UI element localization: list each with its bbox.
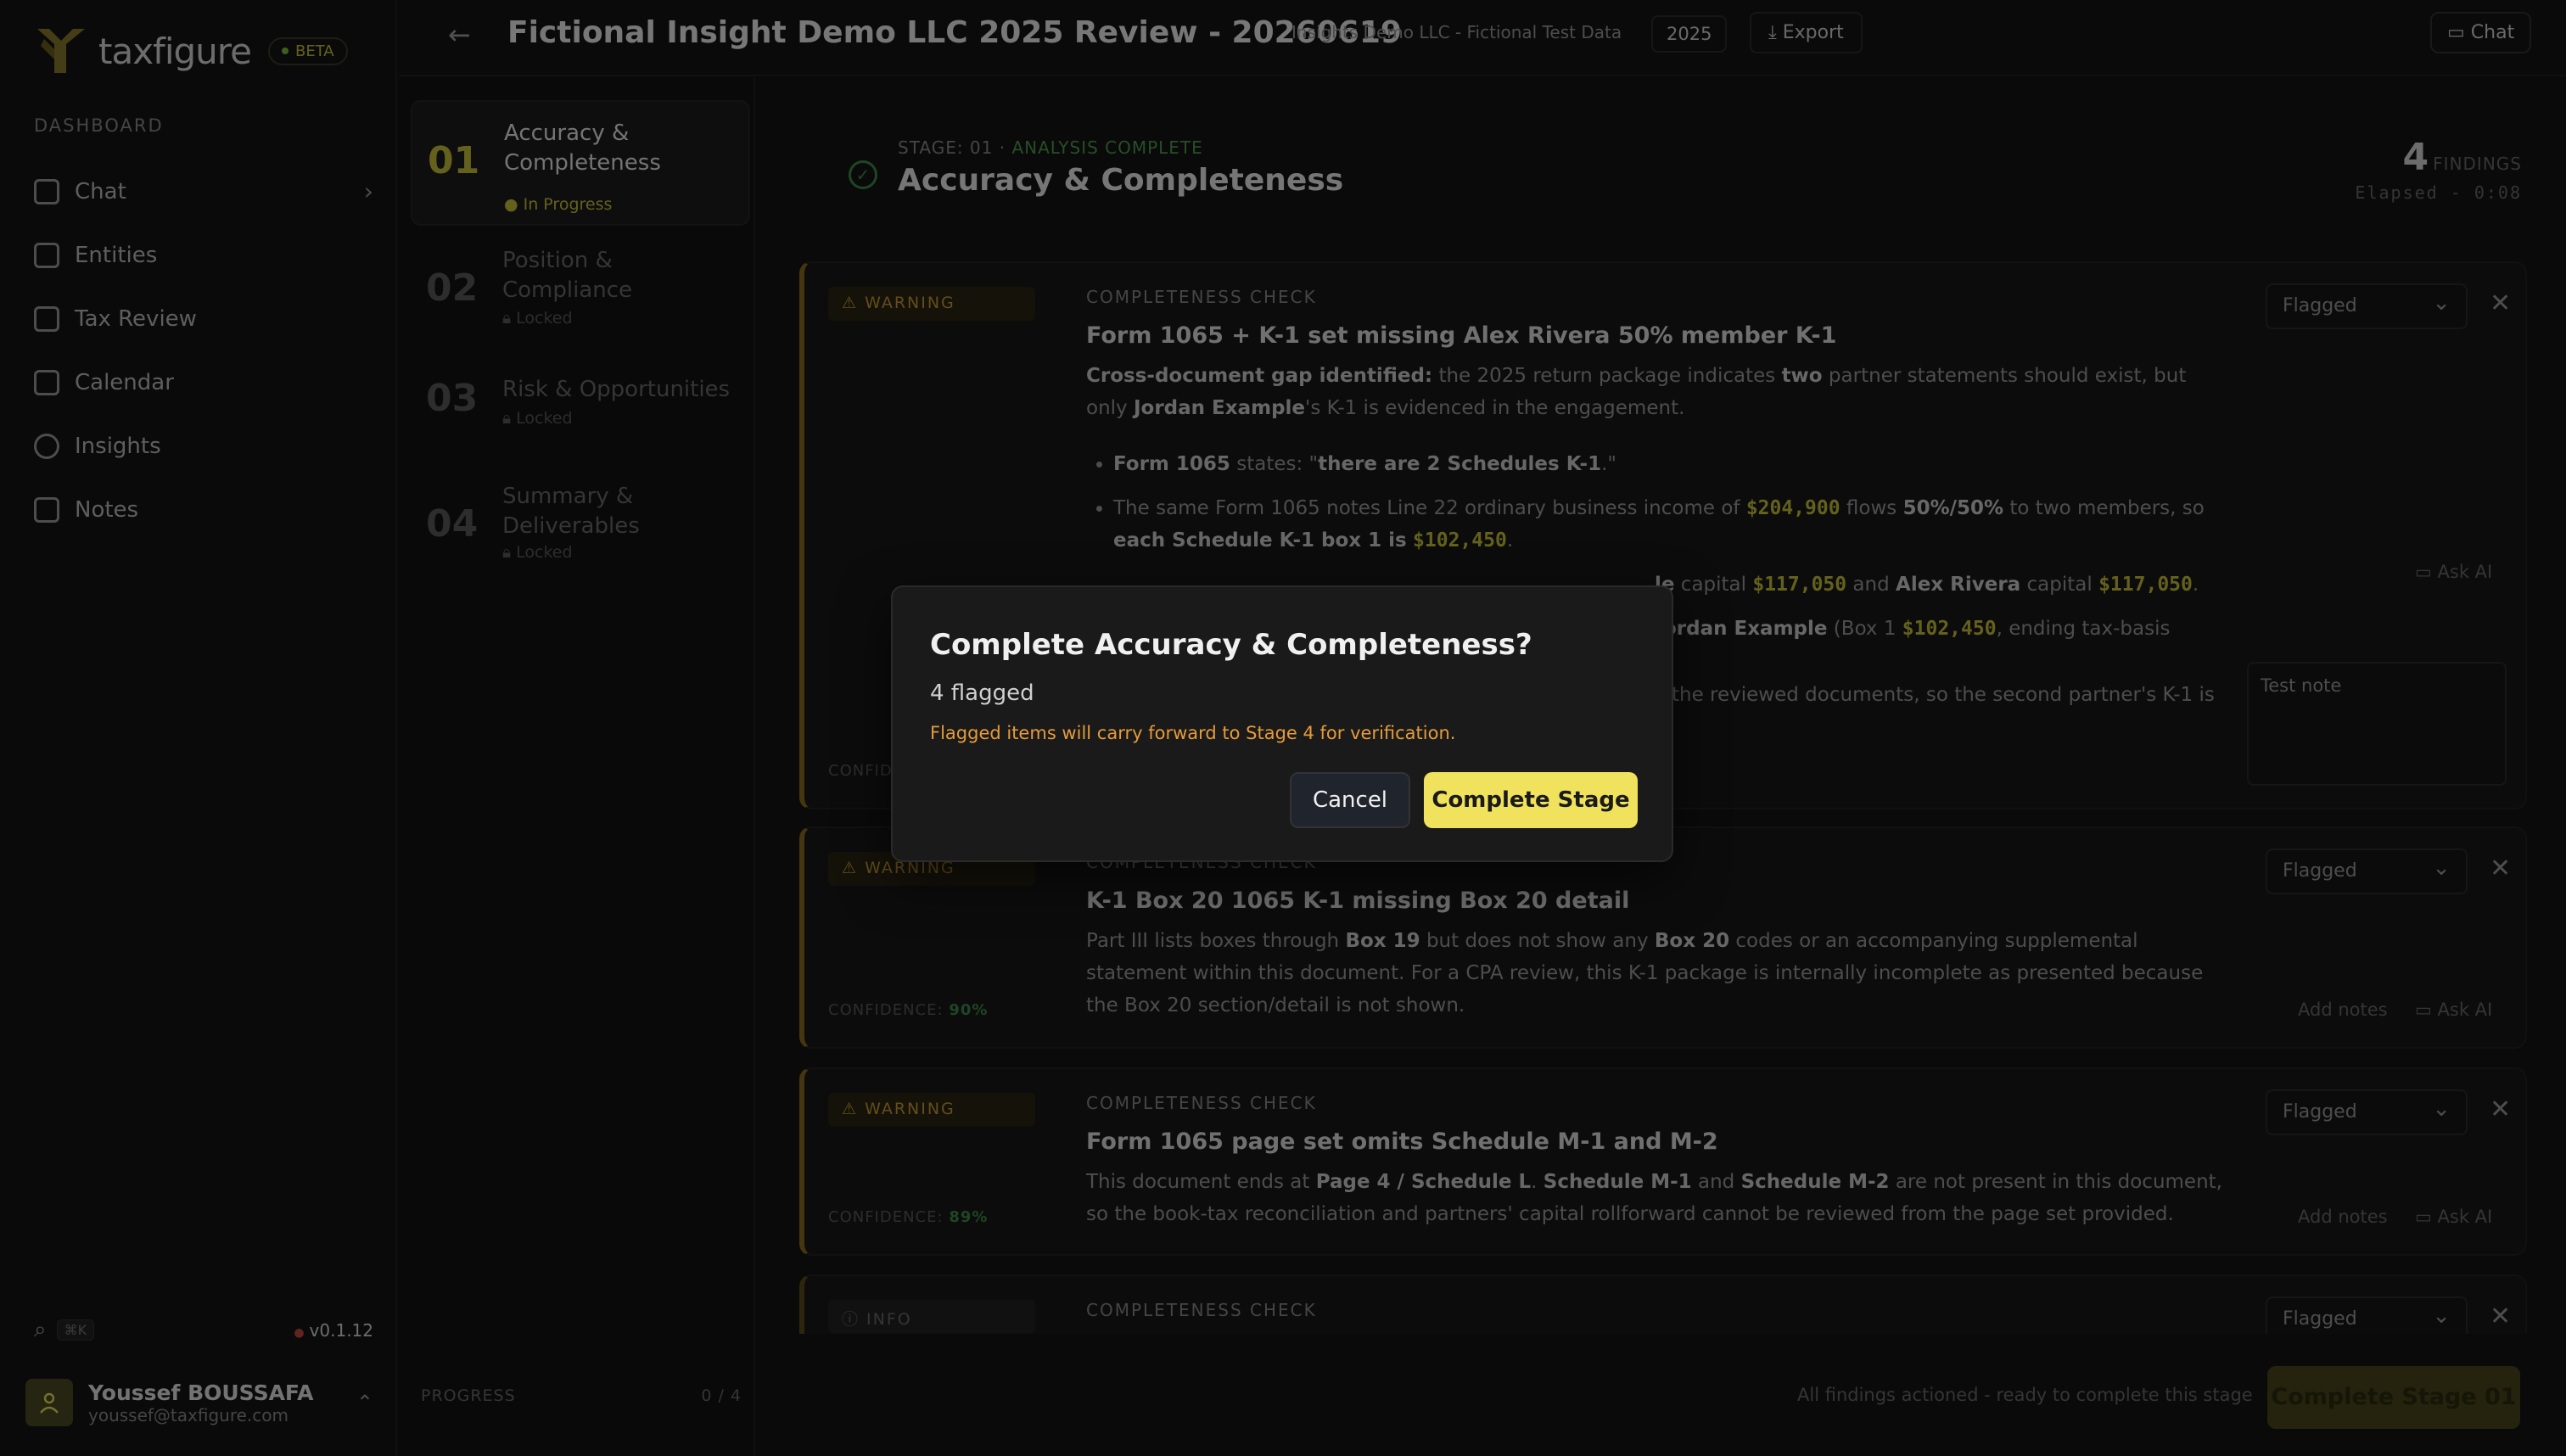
dialog-warning: Flagged items will carry forward to Stag… <box>930 723 1456 743</box>
flagged-count: 4 flagged <box>930 680 1034 706</box>
cancel-button[interactable]: Cancel <box>1290 772 1410 828</box>
complete-stage-confirm-button[interactable]: Complete Stage <box>1424 772 1638 828</box>
dialog-title: Complete Accuracy & Completeness? <box>930 628 1532 662</box>
confirm-dialog: Complete Accuracy & Completeness? 4 flag… <box>891 585 1673 862</box>
